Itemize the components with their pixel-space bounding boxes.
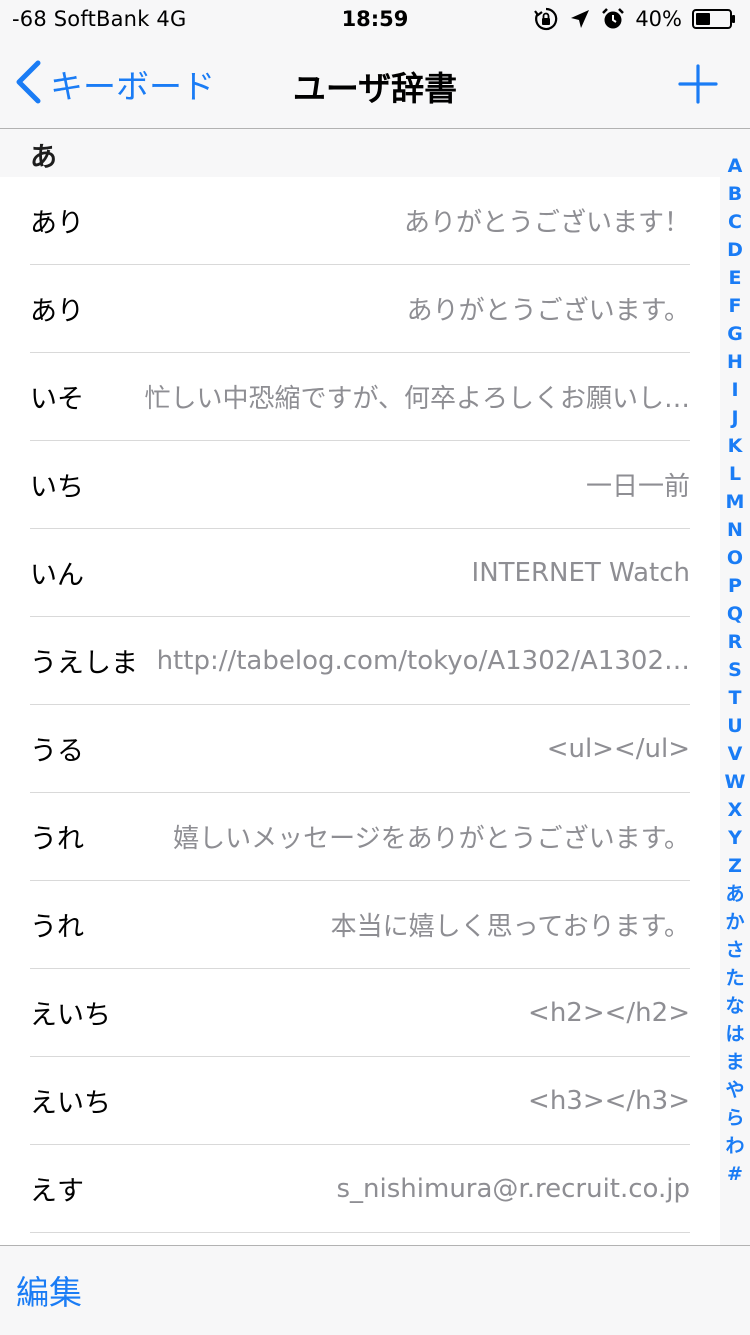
word-label: http://tabelog.com/tokyo/A1302/A1302…	[156, 645, 690, 676]
list-item[interactable]: いち 一日一前	[0, 441, 720, 529]
chevron-left-icon	[14, 60, 42, 108]
bottom-toolbar: 編集	[0, 1245, 750, 1335]
reading-label: うえしま	[30, 648, 138, 679]
navigation-bar: キーボード ユーザ辞書	[0, 40, 750, 129]
index-item[interactable]: U	[727, 712, 742, 740]
index-item[interactable]: E	[729, 264, 742, 292]
index-item[interactable]: O	[727, 544, 743, 572]
back-button[interactable]: キーボード	[14, 60, 215, 108]
word-label: ありがとうございます！	[403, 208, 690, 238]
battery-icon	[692, 9, 736, 29]
reading-label: あり	[30, 296, 84, 327]
list-item[interactable]: えいち <h2></h2>	[0, 969, 720, 1057]
index-item[interactable]: A	[728, 152, 743, 180]
list-item[interactable]: うれ 本当に嬉しく思っております。	[0, 881, 720, 969]
word-label: s_nishimura@r.recruit.co.jp	[336, 1173, 691, 1204]
index-item[interactable]: さ	[725, 936, 744, 964]
word-label: <h2></h2>	[528, 997, 690, 1028]
index-item[interactable]: C	[728, 208, 742, 236]
index-item[interactable]: S	[728, 656, 742, 684]
status-right-group: 40%	[533, 6, 736, 32]
index-item[interactable]: P	[728, 572, 742, 600]
section-header-label: あ	[30, 142, 57, 173]
index-item[interactable]: か	[725, 908, 744, 936]
list-item[interactable]: あり ありがとうございます！	[0, 177, 720, 265]
list-item[interactable]: あり ありがとうございます。	[0, 265, 720, 353]
index-item[interactable]: V	[728, 740, 743, 768]
reading-label: いそ	[30, 384, 84, 415]
word-label: <h3></h3>	[528, 1085, 690, 1116]
index-item[interactable]: B	[728, 180, 742, 208]
index-item[interactable]: Z	[728, 852, 742, 880]
edit-button[interactable]: 編集	[16, 1266, 82, 1314]
index-item[interactable]: F	[729, 292, 742, 320]
index-item[interactable]: ら	[725, 1104, 744, 1132]
status-bar: -68 SoftBank 4G 18:59 40%	[0, 0, 750, 40]
battery-percent: 40%	[635, 7, 682, 31]
index-item[interactable]: は	[725, 1020, 744, 1048]
section-header: あ	[0, 129, 720, 177]
section-index[interactable]: A B C D E F G H I J K L M N O P Q R S T …	[720, 152, 750, 1188]
reading-label: うる	[30, 736, 84, 767]
location-arrow-icon	[569, 8, 591, 30]
reading-label: えす	[30, 1176, 84, 1207]
list-item[interactable]: いん INTERNET Watch	[0, 529, 720, 617]
word-label: ありがとうございます。	[406, 296, 690, 326]
word-label: 本当に嬉しく思っております。	[330, 912, 690, 942]
dictionary-list[interactable]: あ あり ありがとうございます！ あり ありがとうございます。 いそ 忙しい中恐…	[0, 129, 720, 1245]
index-item[interactable]: た	[725, 964, 744, 992]
reading-label: いん	[30, 560, 84, 591]
index-item[interactable]: L	[729, 460, 741, 488]
word-label: <ul></ul>	[546, 733, 690, 764]
reading-label: えいち	[30, 1088, 111, 1119]
index-item[interactable]: K	[728, 432, 743, 460]
reading-label: うれ	[30, 824, 84, 855]
list-item[interactable]: うる <ul></ul>	[0, 705, 720, 793]
list-item[interactable]: うれ 嬉しいメッセージをありがとうございます。	[0, 793, 720, 881]
list-item[interactable]: えす s_nishimura@r.recruit.co.jp	[0, 1145, 720, 1233]
plus-icon	[678, 64, 718, 104]
index-item[interactable]: #	[727, 1160, 743, 1188]
index-item[interactable]: X	[728, 796, 743, 824]
list-item[interactable]: うえしま http://tabelog.com/tokyo/A1302/A130…	[0, 617, 720, 705]
list-item[interactable]: いそ 忙しい中恐縮ですが、何卒よろしくお願いし…	[0, 353, 720, 441]
index-item[interactable]: Q	[727, 600, 743, 628]
index-item[interactable]: な	[725, 992, 744, 1020]
orientation-lock-icon	[533, 6, 559, 32]
reading-label: あり	[30, 208, 84, 239]
list-item[interactable]: えいち <h3></h3>	[0, 1057, 720, 1145]
index-item[interactable]: M	[726, 488, 745, 516]
reading-label: えいち	[30, 1000, 111, 1031]
back-button-label: キーボード	[50, 67, 215, 106]
index-item[interactable]: W	[725, 768, 746, 796]
word-label: 嬉しいメッセージをありがとうございます。	[173, 824, 690, 854]
index-item[interactable]: D	[727, 236, 743, 264]
reading-label: うれ	[30, 912, 84, 943]
index-item[interactable]: わ	[725, 1132, 744, 1160]
index-item[interactable]: Y	[728, 824, 742, 852]
index-item[interactable]: H	[727, 348, 743, 376]
index-item[interactable]: T	[729, 684, 742, 712]
index-item[interactable]: ま	[725, 1048, 744, 1076]
index-item[interactable]: R	[728, 628, 743, 656]
add-word-button[interactable]	[676, 62, 720, 106]
alarm-clock-icon	[601, 7, 625, 31]
index-item[interactable]: や	[725, 1076, 744, 1104]
index-item[interactable]: N	[727, 516, 743, 544]
index-item[interactable]: G	[727, 320, 743, 348]
index-item[interactable]: I	[731, 376, 738, 404]
word-label: INTERNET Watch	[471, 557, 690, 588]
word-label: 忙しい中恐縮ですが、何卒よろしくお願いし…	[144, 384, 690, 414]
index-item[interactable]: あ	[725, 880, 744, 908]
index-item[interactable]: J	[731, 404, 738, 432]
reading-label: いち	[30, 472, 84, 503]
word-label: 一日一前	[585, 472, 690, 502]
